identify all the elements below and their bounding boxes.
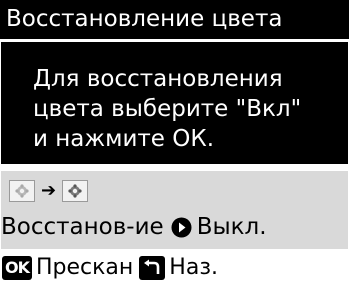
button-hint-bar: OK Прескан Наз. [0,254,349,281]
ok-button-icon[interactable]: OK [2,255,32,280]
restoration-icon-row: ➔ [9,179,89,203]
message-line-2: цвета выберите "Вкл" [33,96,302,122]
lcd-screen: Восстановление цвета Для восстановления … [0,0,349,281]
restored-photo-icon [62,180,89,202]
setting-label: Восстанов-ие [1,214,164,240]
page-title: Восстановление цвета [0,0,349,39]
setting-value[interactable]: Выкл. [197,214,267,240]
instruction-message: Для восстановления цвета выберите "Вкл" … [1,42,348,164]
restoration-setting-row[interactable]: Восстанов-ие Выкл. [1,209,348,245]
ok-action-label: Прескан [36,255,134,280]
back-action-label: Наз. [169,255,219,280]
message-line-3: и нажмите ОК. [33,126,215,152]
back-button-icon[interactable] [139,255,166,280]
faded-photo-icon [9,180,35,202]
color-restoration-setting[interactable]: ➔ Восстанов-ие Выкл. [1,171,348,249]
arrow-right-icon: ➔ [41,180,57,201]
message-line-1: Для восстановления [33,66,283,92]
circle-arrow-right-icon[interactable] [171,217,192,238]
